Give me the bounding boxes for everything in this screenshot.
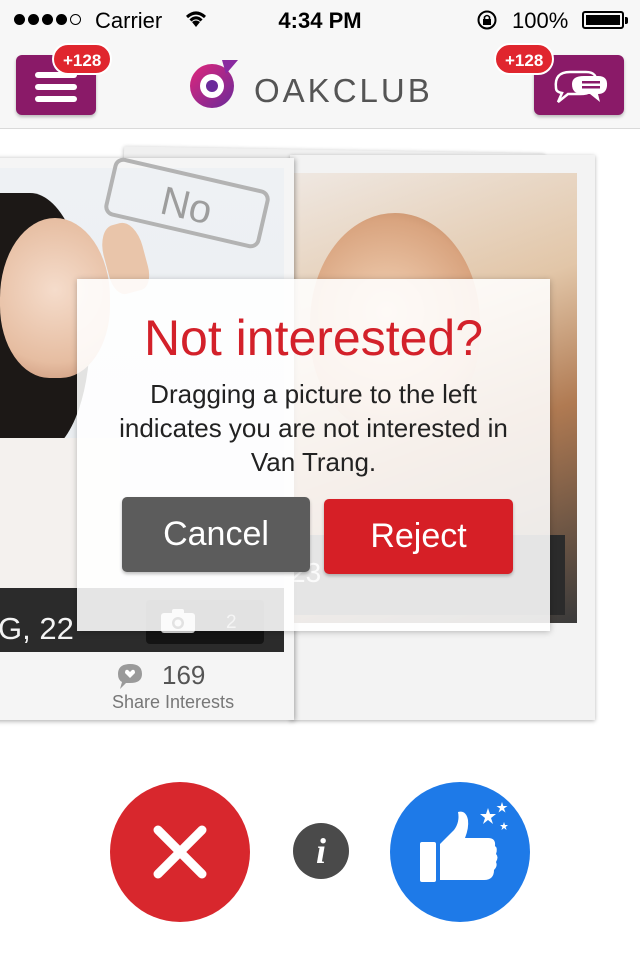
thumbs-up-icon <box>420 802 508 882</box>
battery-icon <box>582 11 628 29</box>
hamburger-icon <box>35 72 77 108</box>
like-button[interactable] <box>390 782 530 922</box>
cancel-button[interactable]: Cancel <box>122 497 310 572</box>
shared-interest-label: Share Interests <box>112 692 235 712</box>
oakclub-logo-icon <box>190 60 238 108</box>
shared-interest-count: 169 <box>162 660 206 690</box>
dislike-button[interactable] <box>110 782 250 922</box>
info-button[interactable]: i <box>293 823 349 879</box>
dialog-title: Not interested? <box>143 310 484 366</box>
nav-bar: +128 OAKCLUB +128 <box>0 40 640 129</box>
comment-heart-icon <box>118 664 142 689</box>
close-icon <box>153 825 207 879</box>
menu-notification-badge: +128 <box>52 43 113 75</box>
reject-confirm-dialog: Not interested? Dragging a picture to th… <box>77 279 550 631</box>
rotation-lock-icon <box>477 10 497 30</box>
profile-name-age: G, 22 <box>0 611 74 646</box>
status-bar: Carrier 4:34 PM 100% <box>0 0 640 40</box>
battery-percent: 100% <box>512 8 569 33</box>
chat-bubbles-icon <box>554 70 608 103</box>
dialog-message: Dragging a picture to the left indicates… <box>119 379 508 477</box>
chat-notification-badge: +128 <box>494 43 555 75</box>
reject-button[interactable]: Reject <box>324 499 513 574</box>
app-title: OAKCLUB <box>254 72 433 109</box>
